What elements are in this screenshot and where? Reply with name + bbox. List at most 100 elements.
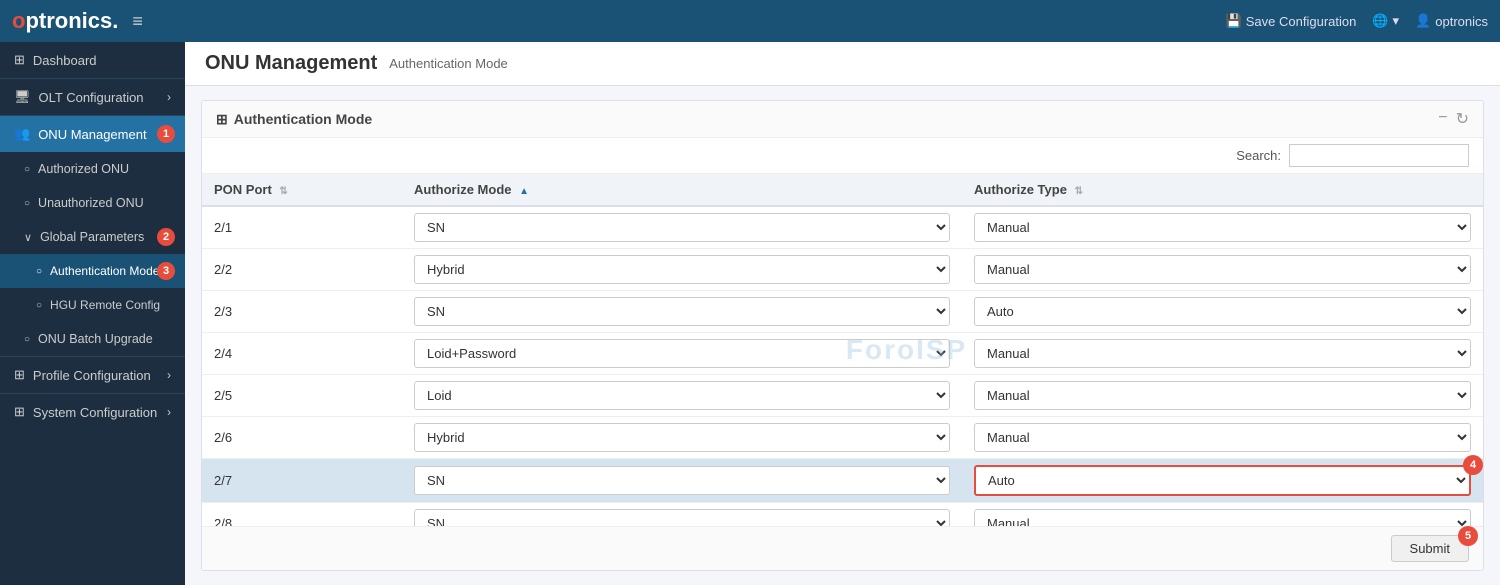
table-row: 2/2SNHybridLoidLoid+PasswordMACManualAut… — [202, 249, 1483, 291]
submit-label: Submit — [1410, 541, 1450, 556]
submit-badge: 5 — [1458, 526, 1478, 546]
table-row: 2/6 SNHybridLoidLoid+PasswordMAC ManualAut… — [202, 417, 1483, 459]
cell-pon-port: 2/4 — [202, 333, 402, 375]
card-title: ⊞ Authentication Mode — [216, 111, 372, 128]
minimize-button[interactable]: − — [1438, 109, 1447, 129]
top-nav: optronics. ≡ 💾 Save Configuration 🌐 ▾ 👤 … — [0, 0, 1500, 42]
system-icon: ⊞ — [14, 404, 25, 420]
auth-mode-select[interactable]: SNHybridLoidLoid+PasswordMAC — [414, 509, 950, 526]
sidebar-item-olt-config[interactable]: 🖥 OLT Configuration › — [0, 79, 185, 115]
sidebar-item-profile-config[interactable]: ⊞ Profile Configuration › — [0, 357, 185, 393]
hamburger-icon[interactable]: ≡ — [132, 11, 143, 32]
sidebar-item-onu-management[interactable]: 👥 ONU Management 1 — [0, 116, 185, 152]
cell-auth-mode: SNHybridLoidLoid+PasswordMAC — [402, 249, 962, 291]
auth-mode-table: PON Port ⇅ Authorize Mode ▲ Authorize Ty… — [202, 174, 1483, 526]
sidebar-section-profile: ⊞ Profile Configuration › — [0, 356, 185, 393]
circle-icon: ○ — [24, 164, 30, 175]
table-row: 2/3SNHybridLoidLoid+PasswordMACManualAut… — [202, 291, 1483, 333]
auth-type-select[interactable]: ManualAuto — [974, 465, 1471, 496]
sort-pon-icon: ⇅ — [279, 186, 287, 197]
th-authorize-mode[interactable]: Authorize Mode ▲ — [402, 174, 962, 206]
th-pon-port[interactable]: PON Port ⇅ — [202, 174, 402, 206]
table-wrapper: ForoISP PON Port ⇅ Authorize Mode ▲ — [202, 174, 1483, 526]
logo: optronics. — [12, 8, 118, 34]
cell-auth-type: ManualAuto — [962, 291, 1483, 333]
th-authorize-type[interactable]: Authorize Type ⇅ — [962, 174, 1483, 206]
cell-auth-type: ManualAuto — [962, 333, 1483, 375]
sidebar-item-unauthorized-onu[interactable]: ○ Unauthorized ONU — [0, 186, 185, 220]
dashboard-icon: ⊞ — [14, 52, 25, 68]
page-title: ONU Management — [205, 52, 377, 75]
auth-type-select[interactable]: ManualAuto — [974, 255, 1471, 284]
auth-mode-select[interactable]: SNHybridLoidLoid+PasswordMAC — [414, 423, 950, 452]
auth-mode-select[interactable]: SNHybridLoidLoid+PasswordMAC — [414, 466, 950, 495]
circle-icon2: ○ — [24, 198, 30, 209]
main-content: ONU Management Authentication Mode ⊞ Aut… — [185, 42, 1500, 585]
sidebar-label-profile: Profile Configuration — [33, 368, 151, 383]
save-config-button[interactable]: 💾 Save Configuration — [1226, 13, 1357, 29]
save-icon: 💾 — [1226, 13, 1242, 29]
submit-button[interactable]: Submit 5 — [1391, 535, 1469, 562]
auth-type-select[interactable]: ManualAuto — [974, 297, 1471, 326]
cell-pon-port: 2/5 — [202, 375, 402, 417]
table-body: 2/1 SNHybridLoidLoid+PasswordMAC ManualAut… — [202, 206, 1483, 526]
onu-badge: 1 — [157, 125, 175, 143]
sidebar-item-onu-batch-upgrade[interactable]: ○ ONU Batch Upgrade — [0, 322, 185, 356]
auth-type-select[interactable]: ManualAuto — [974, 509, 1471, 526]
cell-pon-port: 2/8 — [202, 503, 402, 527]
cell-pon-port: 2/6 — [202, 417, 402, 459]
card: ⊞ Authentication Mode − ↻ Search: ForoIS… — [201, 100, 1484, 571]
auth-mode-select[interactable]: SNHybridLoidLoid+PasswordMAC — [414, 381, 950, 410]
auth-mode-select[interactable]: SNHybridLoidLoid+PasswordMAC — [414, 213, 950, 242]
cell-auth-mode: SNHybridLoidLoid+PasswordMAC — [402, 291, 962, 333]
table-row: 2/5 SNHybridLoidLoid+PasswordMAC ManualAut… — [202, 375, 1483, 417]
search-label: Search: — [1236, 148, 1281, 163]
sidebar-label-auth-mode: Authentication Mode — [50, 264, 159, 278]
cell-auth-type: ManualAuto — [962, 249, 1483, 291]
authorize-mode-label: Authorize Mode — [414, 182, 512, 197]
sidebar-item-dashboard[interactable]: ⊞ Dashboard — [0, 42, 185, 78]
save-config-label: Save Configuration — [1246, 14, 1357, 29]
user-menu[interactable]: 👤 optronics — [1415, 13, 1488, 29]
sidebar-label-onu: ONU Management — [38, 127, 146, 142]
auth-mode-select[interactable]: SNHybridLoidLoid+PasswordMAC — [414, 297, 950, 326]
chevron-right-icon3: › — [167, 405, 171, 419]
search-input[interactable] — [1289, 144, 1469, 167]
table-row: 2/4 SNHybridLoidLoid+PasswordMAC ManualAut… — [202, 333, 1483, 375]
logo-tronics: ptronics. — [25, 8, 118, 33]
language-selector[interactable]: 🌐 ▾ — [1372, 13, 1399, 29]
auth-type-select[interactable]: ManualAuto — [974, 213, 1471, 242]
sidebar-item-system-config[interactable]: ⊞ System Configuration › — [0, 394, 185, 430]
sidebar: ⊞ Dashboard 🖥 OLT Configuration › 👥 ONU … — [0, 42, 185, 585]
sidebar-item-authorized-onu[interactable]: ○ Authorized ONU — [0, 152, 185, 186]
sidebar-label-authorized-onu: Authorized ONU — [38, 162, 129, 176]
chevron-right-icon: › — [167, 90, 171, 104]
cell-auth-type: ManualAuto — [962, 206, 1483, 249]
logo-icon: optronics. — [12, 8, 118, 34]
cell-auth-mode: SNHybridLoidLoid+PasswordMAC — [402, 333, 962, 375]
sidebar-label-global-params: Global Parameters — [40, 230, 144, 244]
auth-mode-select[interactable]: SNHybridLoidLoid+PasswordMAC — [414, 255, 950, 284]
globe-icon: 🌐 — [1372, 13, 1388, 29]
auth-mode-select[interactable]: SNHybridLoidLoid+PasswordMAC — [414, 339, 950, 368]
sidebar-label-unauthorized-onu: Unauthorized ONU — [38, 196, 144, 210]
cell-pon-port: 2/1 — [202, 206, 402, 249]
cell-auth-mode: SNHybridLoidLoid+PasswordMAC — [402, 375, 962, 417]
expand-icon: ∨ — [24, 231, 32, 244]
auth-type-select[interactable]: ManualAuto — [974, 423, 1471, 452]
table-icon: ⊞ — [216, 111, 228, 128]
cell-pon-port: 2/7 — [202, 459, 402, 503]
table-row: 2/8 SNHybridLoidLoid+PasswordMAC ManualAut… — [202, 503, 1483, 527]
sidebar-section-olt: 🖥 OLT Configuration › — [0, 78, 185, 115]
radio-icon3: ○ — [24, 334, 30, 345]
sidebar-section-onu: 👥 ONU Management 1 ○ Authorized ONU ○ Un… — [0, 115, 185, 356]
layout: ⊞ Dashboard 🖥 OLT Configuration › 👥 ONU … — [0, 42, 1500, 585]
cell-auth-type: ManualAuto — [962, 503, 1483, 527]
auth-type-select[interactable]: ManualAuto — [974, 339, 1471, 368]
refresh-button[interactable]: ↻ — [1456, 109, 1469, 129]
sidebar-item-global-parameters[interactable]: ∨ Global Parameters 2 — [0, 220, 185, 254]
sidebar-item-authentication-mode[interactable]: ○ Authentication Mode 3 — [0, 254, 185, 288]
auth-type-select[interactable]: ManualAuto — [974, 381, 1471, 410]
sidebar-item-hgu-remote-config[interactable]: ○ HGU Remote Config — [0, 288, 185, 322]
search-bar: Search: — [202, 138, 1483, 174]
